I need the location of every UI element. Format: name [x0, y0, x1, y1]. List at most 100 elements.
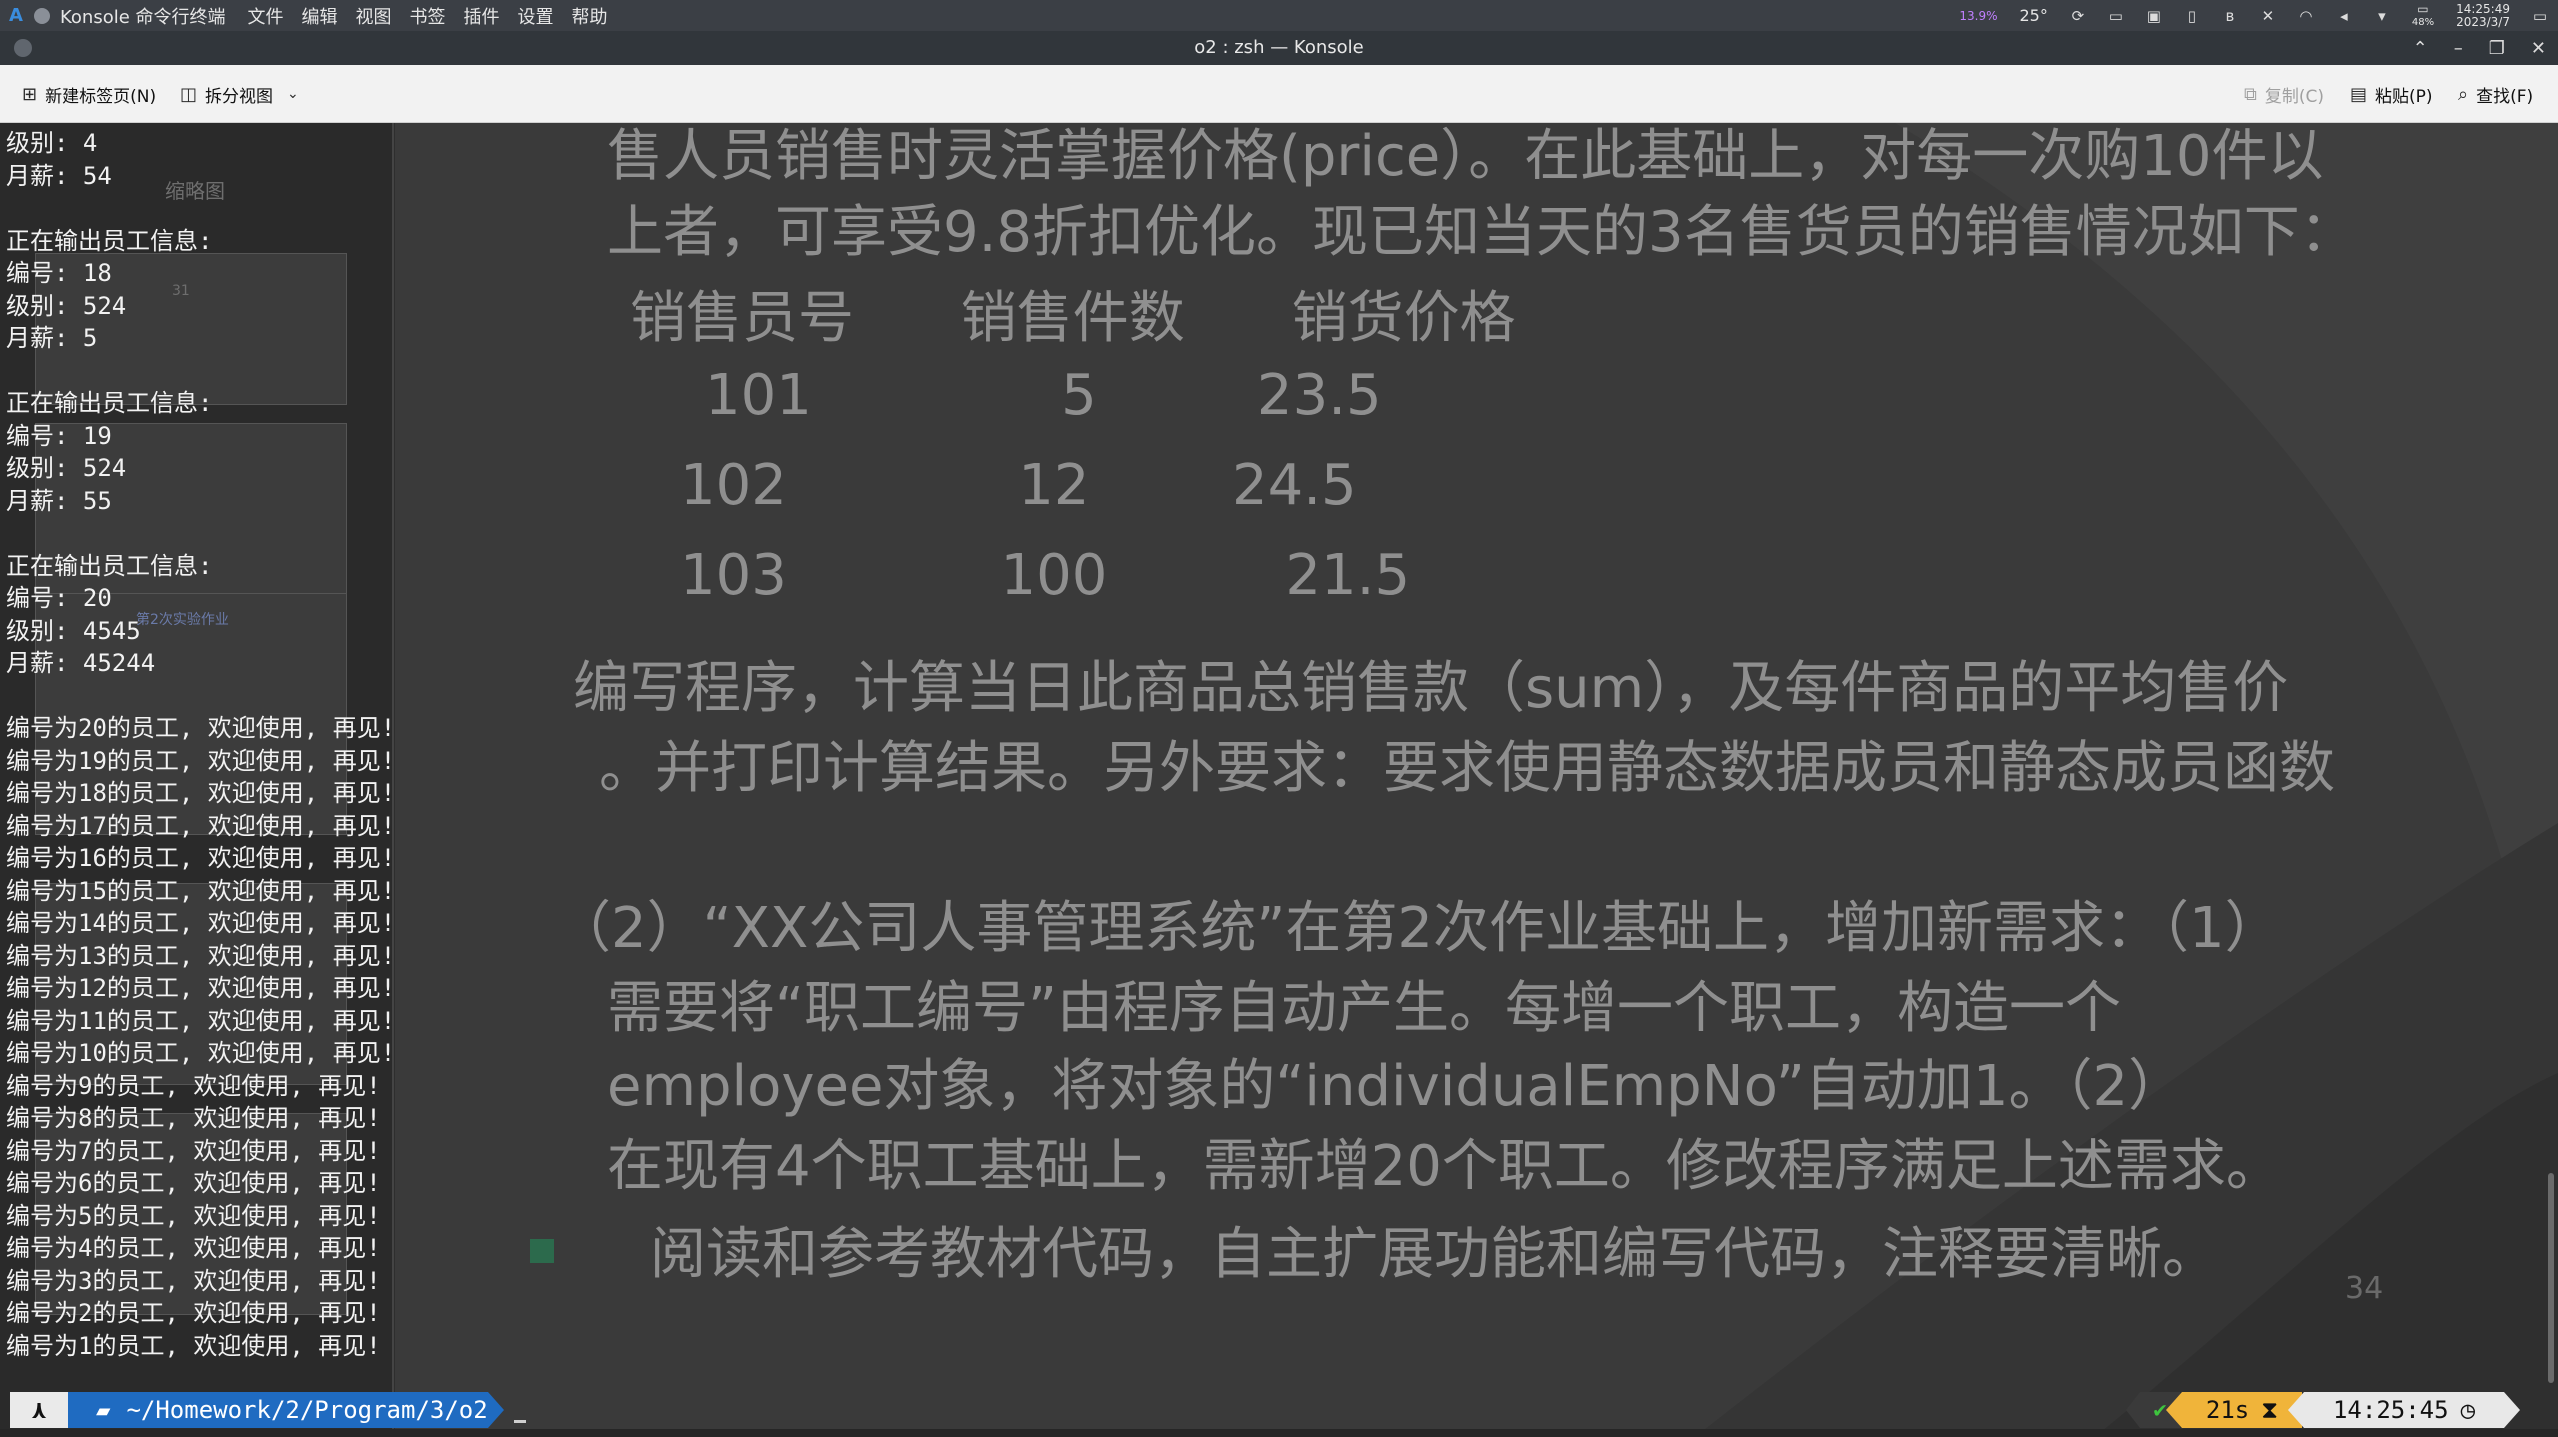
- terminal-bottom-strip: [0, 1429, 2558, 1437]
- terminal-line: 级别: 524: [6, 454, 127, 482]
- menu-settings[interactable]: 设置: [518, 3, 554, 29]
- slide-page-number: 34: [2345, 1271, 2384, 1306]
- wifi-icon[interactable]: ◠: [2298, 8, 2314, 24]
- system-clock[interactable]: 14:25:49 2023/3/7: [2456, 2, 2510, 29]
- terminal-output: 级别: 4 月薪: 54 正在输出员工信息: 编号: 18 级别: 524 月薪: 5 正在…: [6, 127, 395, 1362]
- menu-help[interactable]: 帮助: [572, 3, 608, 29]
- terminal-line: 级别: 4545: [6, 616, 141, 645]
- menu-view[interactable]: 视图: [356, 3, 392, 29]
- terminal-line: 编号: 20: [6, 584, 112, 612]
- terminal-view[interactable]: 缩略图 31 第2次实验作业 售人员销售时灵活掌握价格(price）。在此基础上…: [0, 123, 2558, 1437]
- window-titlebar[interactable]: o2 : zsh — Konsole ⌃ – ❐ ✕: [0, 31, 2558, 65]
- terminal-line: 编号为1的员工, 欢迎使用, 再见!: [6, 1331, 381, 1360]
- slide-line: 在现有4个职工基础上，需新增20个职工。修改程序满足上述需求。: [607, 1134, 2282, 1199]
- find-label: 查找(F): [2476, 86, 2534, 107]
- paste-button[interactable]: ▤ 粘贴(P): [2350, 65, 2433, 123]
- window-title: o2 : zsh — Konsole: [1194, 37, 1364, 58]
- prompt-clock: 14:25:45: [2332, 1396, 2449, 1424]
- prompt-separator: [2504, 1392, 2520, 1428]
- terminal-line: 编号: 18: [6, 259, 112, 287]
- menu-file[interactable]: 文件: [248, 3, 284, 29]
- battery-icon: ▭: [2417, 1, 2429, 16]
- find-button[interactable]: ⌕ 查找(F): [2458, 65, 2533, 123]
- folder-open-icon: ▰: [96, 1396, 111, 1424]
- konsole-toolbar: ⊞ 新建标签页(N) ◫ 拆分视图 ⌄ ⧉ 复制(C) ▤ 粘贴(P) ⌕ 查找…: [0, 65, 2558, 123]
- slide-line: 编写程序，计算当日此商品总销售款（sum），及每件商品的平均售价: [573, 656, 2289, 721]
- battery-percent: 48%: [2411, 16, 2435, 28]
- slide-line: 阅读和参考教材代码，自主扩展功能和编写代码，注释要清晰。: [650, 1222, 2218, 1287]
- terminal-line: 正在输出员工信息:: [6, 389, 213, 417]
- temperature[interactable]: 25°: [2020, 6, 2048, 25]
- split-view-icon: ◫: [180, 83, 198, 105]
- menu-bookmarks[interactable]: 书签: [410, 3, 446, 29]
- paste-label: 粘贴(P): [2375, 86, 2433, 107]
- clock-date: 2023/3/7: [2456, 14, 2510, 29]
- terminal-line: 编号: 19: [6, 421, 112, 450]
- archlinux-icon: ⋏: [31, 1396, 47, 1424]
- prompt-directory: ~/Homework/2/Program/3/o2: [126, 1396, 488, 1424]
- slide-line: 售人员销售时灵活掌握价格(price）。在此基础上，对每一次购10件以: [607, 124, 2324, 189]
- terminal-line: 编号为9的员工, 欢迎使用, 再见!: [6, 1071, 381, 1100]
- new-tab-button[interactable]: ⊞ 新建标签页(N): [22, 65, 156, 123]
- window-controls: ⌃ – ❐ ✕: [2413, 31, 2546, 65]
- shell-prompt: ⋏ ▰ ~/Homework/2/Program/3/o2 ✔ 21s ⧗ 14…: [0, 1390, 2558, 1430]
- slide-bullet-icon: [530, 1239, 554, 1263]
- terminal-line: 级别: 524: [6, 291, 127, 320]
- menu-edit[interactable]: 编辑: [302, 3, 338, 29]
- app-launcher-icon[interactable]: A: [6, 5, 26, 26]
- terminal-cursor: [514, 1420, 526, 1423]
- slide-line: 销售员号 销售件数 销货价格: [630, 286, 1516, 351]
- prompt-os-segment: ⋏: [10, 1392, 68, 1428]
- system-tray: 13.9% 25° ⟳ ▭ ▣ ▯ ʙ ✕ ◠ ◂ ▾ ▭ 48% 14:25:…: [1959, 0, 2548, 31]
- mic-muted-icon[interactable]: ✕: [2260, 8, 2276, 24]
- slide-line: 103 100 21.5: [680, 543, 1411, 608]
- clipboard-icon[interactable]: ▭: [2108, 8, 2124, 24]
- split-view-label: 拆分视图: [205, 86, 274, 107]
- minimize-icon[interactable]: –: [2454, 38, 2463, 59]
- clock-icon: ◷: [2460, 1396, 2476, 1424]
- new-tab-icon: ⊞: [22, 83, 38, 105]
- prompt-separator: [2288, 1392, 2304, 1428]
- screenshot-icon[interactable]: ▣: [2146, 8, 2162, 24]
- device-icon[interactable]: ▯: [2184, 8, 2200, 24]
- cpu-usage[interactable]: 13.9%: [1959, 9, 1997, 23]
- status-ok-icon: ✔: [2153, 1397, 2167, 1423]
- battery-indicator[interactable]: ▭ 48%: [2411, 1, 2435, 29]
- split-view-button[interactable]: ◫ 拆分视图 ⌄: [180, 65, 299, 123]
- terminal-line: 编号为4的员工, 欢迎使用, 再见!: [6, 1234, 381, 1262]
- search-icon: ⌕: [2458, 83, 2469, 105]
- terminal-line: 编号为11的员工, 欢迎使用, 再见!: [6, 1006, 396, 1035]
- maximize-icon[interactable]: ❐: [2489, 38, 2505, 59]
- system-panel: A Konsole 命令行终端 文件 编辑 视图 书签 插件 设置 帮助 13.…: [0, 0, 2558, 31]
- chevron-down-icon: ⌄: [287, 86, 299, 102]
- prompt-directory-segment: ▰ ~/Homework/2/Program/3/o2: [68, 1392, 488, 1428]
- copy-button[interactable]: ⧉ 复制(C): [2244, 65, 2324, 123]
- keep-above-icon[interactable]: ⌃: [2413, 38, 2428, 59]
- show-desktop-icon[interactable]: ▭: [2532, 8, 2548, 24]
- expand-tray-icon[interactable]: ▾: [2374, 8, 2390, 24]
- slide-line: （2）“XX公司人事管理系统”在第2次作业基础上，增加新需求：（1）: [555, 896, 2281, 961]
- terminal-line: 正在输出员工信息:: [6, 226, 213, 255]
- bluetooth-icon[interactable]: ʙ: [2222, 8, 2238, 24]
- terminal-line: 编号为7的员工, 欢迎使用, 再见!: [6, 1136, 381, 1165]
- terminal-line: 编号为17的员工, 欢迎使用, 再见!: [6, 811, 396, 840]
- terminal-line: 编号为15的员工, 欢迎使用, 再见!: [6, 876, 396, 905]
- volume-icon[interactable]: ◂: [2336, 8, 2352, 24]
- slide-line: 101 5 23.5: [705, 363, 1382, 428]
- menu-plugins[interactable]: 插件: [464, 3, 500, 29]
- new-tab-label: 新建标签页(N): [45, 86, 157, 107]
- slide-line: 上者，可享受9.8折扣优化。现已知当天的3名售货员的销售情况如下：: [607, 200, 2356, 265]
- active-app-name[interactable]: Konsole 命令行终端: [60, 3, 226, 29]
- terminal-line: 编号为10的员工, 欢迎使用, 再见!: [6, 1039, 396, 1067]
- refresh-icon[interactable]: ⟳: [2070, 8, 2086, 24]
- prompt-separator: [2126, 1392, 2140, 1428]
- terminal-line: 编号为20的员工, 欢迎使用, 再见!: [6, 714, 396, 742]
- paste-icon: ▤: [2350, 83, 2368, 105]
- close-icon[interactable]: ✕: [2531, 38, 2546, 59]
- terminal-line: 月薪: 54: [6, 161, 112, 190]
- prompt-separator: [2166, 1392, 2182, 1428]
- terminal-scrollbar[interactable]: [2548, 1173, 2554, 1383]
